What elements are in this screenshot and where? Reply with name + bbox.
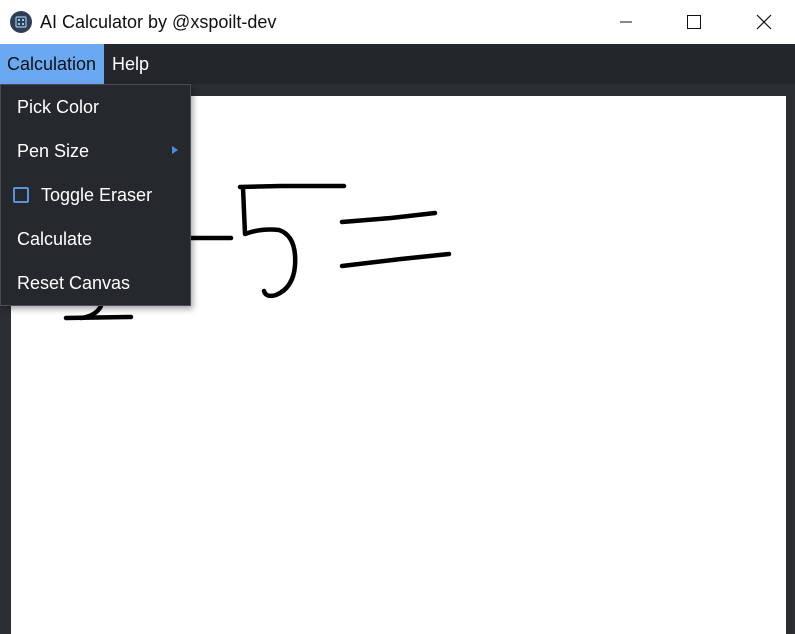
menu-item-pen-size[interactable]: Pen Size <box>1 129 190 173</box>
calculator-icon <box>10 11 32 33</box>
stroke-equals-bottom <box>339 251 452 269</box>
calculation-dropdown: Pick Color Pen Size Toggle Eraser Calcul… <box>0 84 191 306</box>
menu-calculation[interactable]: Calculation <box>0 44 104 84</box>
menu-item-label: Toggle Eraser <box>41 184 153 205</box>
menu-help[interactable]: Help <box>104 44 149 84</box>
menu-bar: Calculation Help <box>0 44 795 84</box>
menu-item-label: Pick Color <box>17 96 100 117</box>
maximize-icon <box>687 15 701 29</box>
menu-item-calculate[interactable]: Calculate <box>1 217 190 261</box>
menu-item-pick-color[interactable]: Pick Color <box>1 85 190 129</box>
title-bar: AI Calculator by @xspoilt-dev <box>0 0 795 44</box>
chevron-right-icon <box>172 146 178 154</box>
stroke-five-body <box>240 185 298 299</box>
stroke-digit-base <box>63 314 134 321</box>
eraser-checkbox[interactable] <box>13 187 29 203</box>
maximize-button[interactable] <box>659 0 729 44</box>
close-icon <box>756 14 772 30</box>
menu-item-label: Reset Canvas <box>17 272 131 293</box>
window-title: AI Calculator by @xspoilt-dev <box>40 12 277 32</box>
close-button[interactable] <box>729 0 795 44</box>
menu-item-label: Pen Size <box>17 140 90 161</box>
stroke-five-top <box>237 183 347 190</box>
stroke-equals-top <box>339 210 438 225</box>
menu-item-label: Calculate <box>17 228 93 249</box>
menu-item-toggle-eraser[interactable]: Toggle Eraser <box>1 173 190 217</box>
menu-item-reset-canvas[interactable]: Reset Canvas <box>1 261 190 305</box>
minimize-button[interactable] <box>591 0 661 44</box>
app-window: AI Calculator by @xspoilt-dev Calculatio… <box>0 0 795 634</box>
minimize-icon <box>620 21 632 23</box>
